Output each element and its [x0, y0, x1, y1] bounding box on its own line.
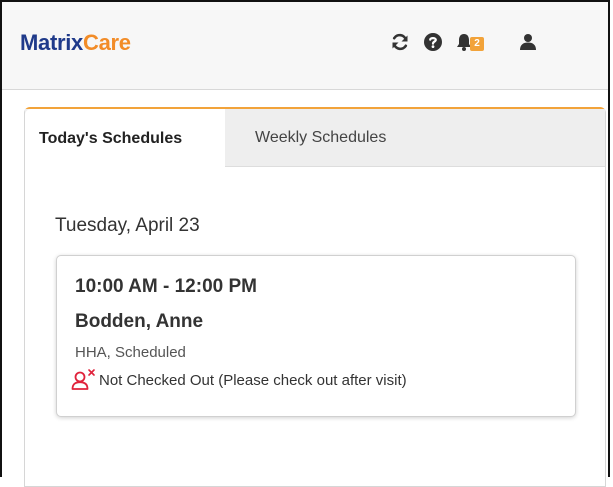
refresh-icon: [392, 33, 408, 51]
notifications-button[interactable]: 2: [454, 24, 494, 60]
user-menu-button[interactable]: [513, 24, 543, 60]
visit-card[interactable]: 10:00 AM - 12:00 PM Bodden, Anne HHA, Sc…: [56, 255, 576, 417]
checkout-status: Not Checked Out (Please check out after …: [71, 368, 407, 392]
tab-todays-schedules[interactable]: Today's Schedules: [25, 109, 225, 168]
schedule-date: Tuesday, April 23: [55, 215, 200, 236]
top-bar: MatrixCare 2: [2, 2, 608, 90]
notification-count-badge: 2: [470, 37, 484, 51]
logo-text-care: Care: [83, 30, 131, 55]
help-icon: [424, 33, 442, 51]
client-name: Bodden, Anne: [75, 311, 204, 332]
refresh-button[interactable]: [385, 24, 415, 60]
tab-weekly-schedules[interactable]: Weekly Schedules: [225, 109, 425, 167]
schedule-tabs: Today's Schedules Weekly Schedules: [25, 109, 605, 168]
matrixcare-logo[interactable]: MatrixCare: [20, 30, 131, 56]
schedules-panel: Today's Schedules Weekly Schedules Tuesd…: [24, 107, 606, 487]
help-button[interactable]: [418, 24, 448, 60]
checkout-status-text: Not Checked Out (Please check out after …: [99, 371, 407, 389]
user-icon: [520, 34, 536, 50]
visit-time: 10:00 AM - 12:00 PM: [75, 276, 257, 297]
user-x-icon: [71, 369, 95, 390]
logo-text-matrix: Matrix: [20, 30, 83, 55]
visit-role-status: HHA, Scheduled: [75, 344, 186, 361]
